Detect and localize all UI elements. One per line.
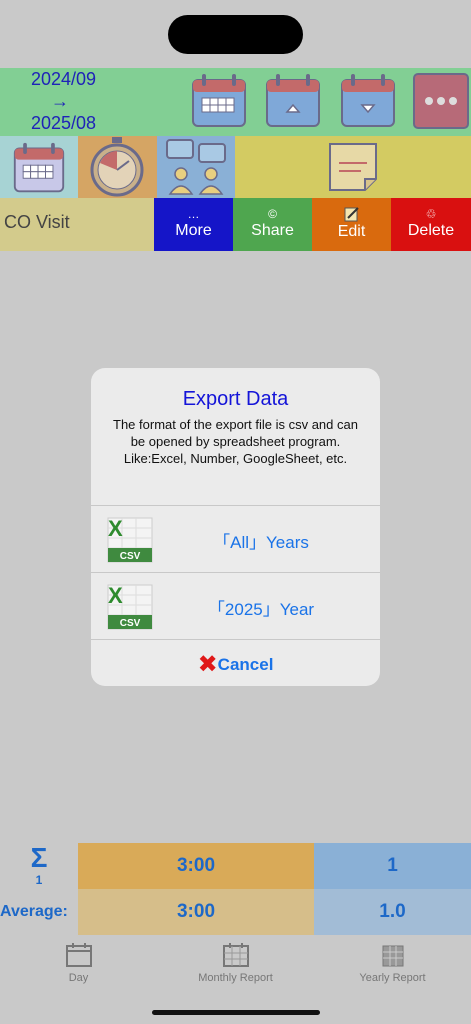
all-years-label: 「All」Years: [213, 533, 309, 552]
average-count: 1.0: [314, 889, 471, 935]
range-end: 2025/08: [31, 113, 97, 133]
dialog-title: Export Data: [182, 388, 289, 410]
calendar-month-icon: [222, 943, 249, 967]
share-button[interactable]: © Share: [233, 198, 312, 251]
export-all-years-option[interactable]: X CSV 「All」Years: [91, 506, 380, 572]
csv-file-icon: X CSV: [107, 583, 153, 630]
edit-button[interactable]: Edit: [312, 198, 391, 251]
tab-yearly-label: Yearly Report: [359, 972, 426, 984]
delete-button[interactable]: ♲ Delete: [391, 198, 471, 251]
calendar-grid-cell[interactable]: [0, 136, 78, 198]
average-hours: 3:00: [78, 889, 314, 935]
people-chat-cell[interactable]: [157, 136, 235, 198]
tab-day[interactable]: Day: [0, 940, 157, 1000]
sigma-icon: Σ: [30, 842, 48, 873]
cancel-label: Cancel: [217, 654, 274, 674]
timer-cell[interactable]: [78, 136, 157, 198]
tab-monthly-label: Monthly Report: [198, 972, 273, 984]
device-notch: [168, 15, 303, 54]
tab-monthly-report[interactable]: Monthly Report: [157, 940, 314, 1000]
dialog-message: The format of the export file is csv and…: [113, 417, 358, 466]
calendar-icon[interactable]: [190, 72, 248, 130]
calendar-next-icon[interactable]: [339, 72, 397, 130]
total-count-cell: Σ 1: [0, 843, 78, 889]
average-label: Average:: [0, 889, 78, 935]
calendar-prev-icon[interactable]: [264, 72, 322, 130]
csv-badge: CSV: [120, 551, 141, 562]
csv-badge: CSV: [120, 618, 141, 629]
tab-yearly-report[interactable]: Yearly Report: [314, 940, 471, 1000]
total-label: 1: [35, 873, 43, 887]
export-dialog: Export Data The format of the export fil…: [91, 368, 380, 686]
share-icon: ©: [268, 207, 277, 221]
average-row: Average: 3:00 1.0: [0, 889, 471, 935]
more-ellipsis-icon: …: [187, 207, 200, 221]
more-label: More: [175, 222, 212, 239]
total-hours: 3:00: [78, 843, 314, 889]
timer-icon: [90, 137, 144, 197]
calendar-grid-icon: [13, 142, 65, 193]
totals-row: Σ 1 3:00 1: [0, 843, 471, 889]
date-range-label[interactable]: 2024/09 → 2025/08: [31, 68, 131, 134]
share-label: Share: [251, 222, 294, 239]
edit-label: Edit: [337, 223, 366, 240]
edit-icon: [344, 207, 359, 222]
close-icon: ✖: [197, 651, 218, 678]
csv-file-icon: X CSV: [107, 516, 153, 563]
svg-text:X: X: [108, 516, 123, 541]
range-arrow: →: [51, 91, 69, 111]
total-count: 1: [314, 843, 471, 889]
calendar-year-icon: [382, 945, 403, 967]
range-start: 2024/09: [31, 69, 97, 89]
more-dots-icon[interactable]: [412, 72, 470, 130]
year-label: 「2025」Year: [207, 600, 315, 619]
cancel-button[interactable]: ✖Cancel: [91, 640, 380, 686]
export-year-option[interactable]: X CSV 「2025」Year: [91, 573, 380, 639]
delete-label: Delete: [407, 222, 455, 239]
entry-title: CO Visit: [4, 212, 70, 232]
note-icon: [329, 143, 377, 191]
note-cell[interactable]: [235, 136, 471, 198]
recycle-icon: ♲: [425, 207, 437, 221]
more-button[interactable]: … More: [154, 198, 233, 251]
calendar-day-icon: [65, 943, 92, 967]
people-chat-icon: [166, 139, 226, 195]
svg-text:X: X: [108, 583, 123, 608]
home-indicator: [152, 1010, 320, 1015]
tab-day-label: Day: [68, 972, 89, 984]
entry-row[interactable]: CO Visit: [0, 198, 154, 251]
